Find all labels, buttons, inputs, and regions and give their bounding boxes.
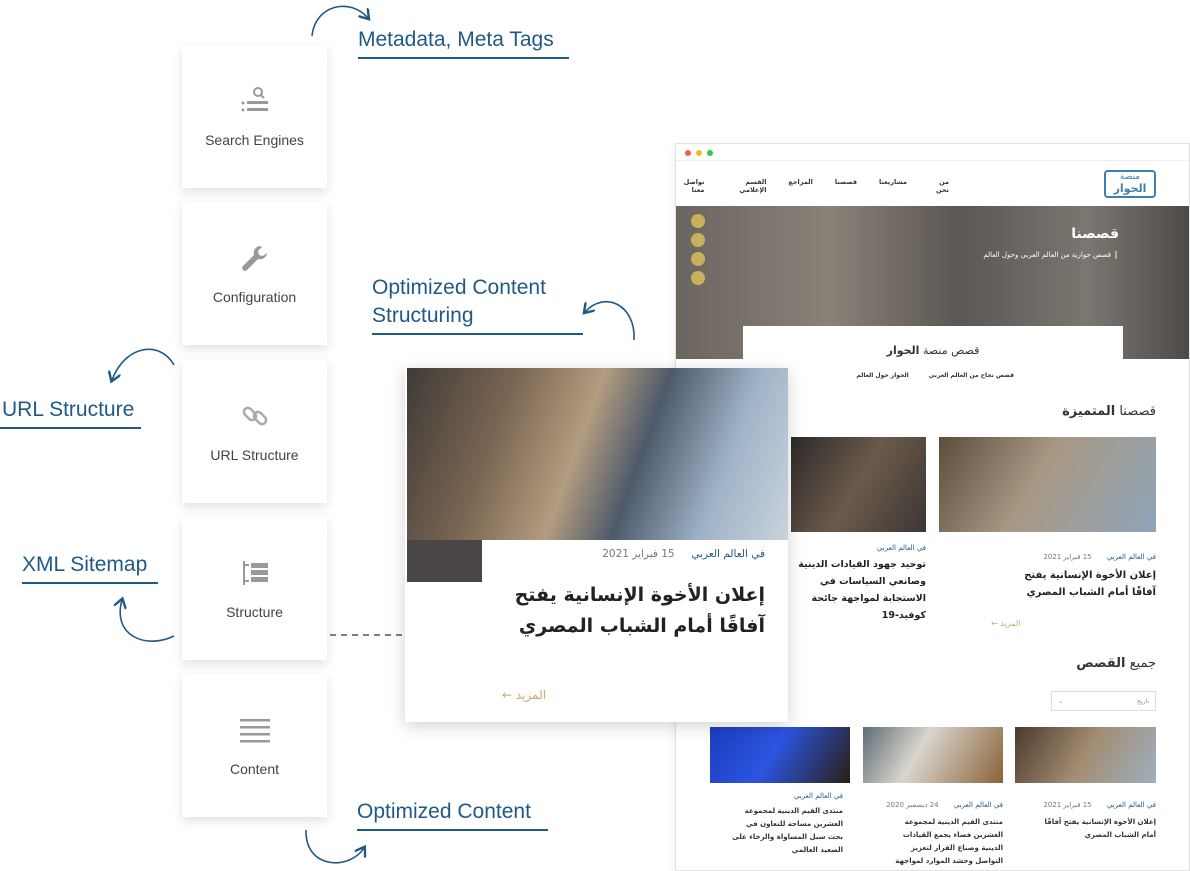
grid-image [1015, 727, 1156, 783]
browser-bar [676, 144, 1189, 161]
title-part: المتميزة [1062, 404, 1116, 419]
section-title: قصص منصة الحوار [743, 344, 1123, 357]
featured-card[interactable]: في العالم العربي توحيد جهود القيادات الد… [791, 544, 926, 624]
grid-image [863, 727, 1003, 783]
title-part: قصصنا [1115, 404, 1156, 419]
site-nav: من نحن مشاريعنا قصصنا المراجع القسم الإع… [676, 178, 949, 194]
arrow [585, 300, 635, 341]
more-link[interactable]: المزيد ← [991, 619, 1020, 628]
more-link[interactable]: المزيد ← [502, 688, 546, 702]
story-title[interactable]: إعلان الأخوة الإنسانية يفتح آفاقًا أمام … [505, 580, 765, 642]
nav-item[interactable]: القسم الإعلامي [726, 178, 766, 194]
story-meta: في العالم العربي 15 فبراير 2021 [602, 548, 765, 560]
featured-card[interactable]: في العالم العربي 15 فبراير 2021 إعلان ال… [939, 544, 1156, 601]
grid-card[interactable]: في العالم العربي 15 فبراير 2021 إعلان ال… [1036, 792, 1156, 842]
arrow [120, 600, 175, 642]
close-dot-icon[interactable] [685, 150, 691, 156]
select-value: تاريخ [1137, 698, 1149, 705]
nav-item[interactable]: مشاريعنا [879, 178, 907, 194]
all-stories-heading: جميع القصص [1076, 656, 1156, 671]
twitter-icon[interactable] [691, 214, 705, 228]
date: 24 ديسمبر 2020 [886, 801, 939, 809]
category[interactable]: في العالم العربي [1107, 801, 1156, 809]
more-text: المزيد [515, 688, 547, 702]
grid-card[interactable]: في العالم العربي 24 ديسمبر 2020 منتدى ال… [883, 792, 1003, 870]
nav-item[interactable]: قصصنا [835, 178, 857, 194]
sort-select[interactable]: تاريخ ⌄ [1051, 691, 1156, 711]
hero-title: قصصنا [1071, 226, 1119, 242]
nav-item[interactable]: من نحن [929, 178, 949, 194]
grid-card[interactable]: في العالم العربي منتدى القيم الدينية لمج… [731, 792, 843, 857]
category[interactable]: في العالم العربي [1107, 553, 1156, 561]
featured-card-zoom[interactable]: في العالم العربي 15 فبراير 2021 إعلان ال… [405, 368, 788, 722]
date: 15 فبراير 2021 [1043, 801, 1092, 809]
social-icons [691, 214, 705, 285]
section-tabs: قصص نجاح من العالم العربي الحوار حول الع… [856, 372, 1014, 379]
story-title[interactable]: منتدى القيم الدينية لمجموعة العشرين مساح… [731, 805, 843, 857]
chevron-down-icon: ⌄ [1058, 698, 1064, 705]
title-part: الحوار [886, 344, 920, 357]
category[interactable]: في العالم العربي [731, 792, 843, 800]
maximize-dot-icon[interactable] [707, 150, 713, 156]
nav-item[interactable]: المراجع [788, 178, 812, 194]
story-title[interactable]: إعلان الأخوة الإنسانية يفتح آفاقًا أمام … [1036, 816, 1156, 842]
hero-subtitle: قصص حوارية من العالم العربي وحول العالم [983, 251, 1117, 259]
nav-item[interactable]: تواصل معنا [676, 178, 705, 194]
story-image [407, 368, 788, 540]
instagram-icon[interactable] [691, 252, 705, 266]
featured-image [939, 437, 1156, 532]
title-part: جميع [1125, 656, 1156, 671]
facebook-icon[interactable] [691, 233, 705, 247]
grid-image [710, 727, 850, 783]
site-logo[interactable]: منصة الحوار [1104, 170, 1156, 198]
date: 15 فبراير 2021 [602, 548, 675, 560]
minimize-dot-icon[interactable] [696, 150, 702, 156]
arrow [305, 829, 364, 864]
featured-heading: قصصنا المتميزة [1062, 404, 1156, 419]
story-title[interactable]: إعلان الأخوة الإنسانية يفتح آفاقًا أمام … [1006, 567, 1156, 601]
date: 15 فبراير 2021 [1043, 553, 1092, 561]
category[interactable]: في العالم العربي [791, 544, 926, 552]
arrow [311, 5, 368, 37]
story-image-corner [407, 540, 482, 582]
arrow [112, 348, 175, 380]
story-title[interactable]: توحيد جهود القيادات الدينية وصانعي السيا… [791, 556, 926, 624]
category[interactable]: في العالم العربي [691, 548, 765, 560]
youtube-icon[interactable] [691, 271, 705, 285]
category[interactable]: في العالم العربي [954, 801, 1003, 809]
logo-text: الحوار [1113, 182, 1147, 195]
tab-world[interactable]: الحوار حول العالم [856, 372, 908, 379]
featured-image [791, 437, 926, 532]
tab-success[interactable]: قصص نجاح من العالم العربي [929, 372, 1014, 379]
more-text: المزيد [1000, 619, 1021, 628]
title-part: قصص منصة [919, 344, 980, 357]
story-title[interactable]: منتدى القيم الدينية لمجموعة العشرين فضاء… [883, 816, 1003, 870]
title-part: القصص [1076, 656, 1126, 671]
